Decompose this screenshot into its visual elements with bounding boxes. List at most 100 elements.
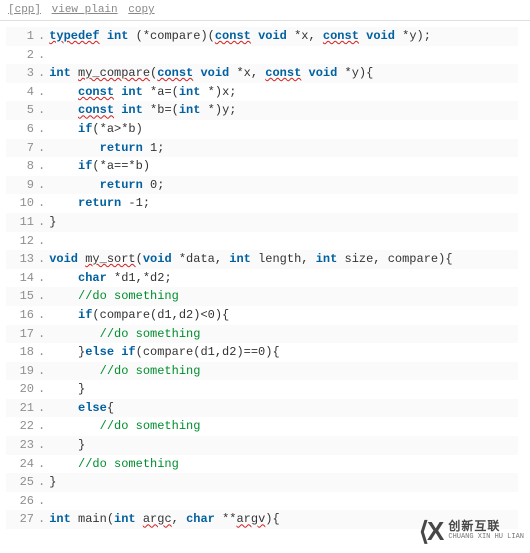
code-token: char bbox=[186, 512, 215, 526]
line-number: 22 bbox=[6, 417, 38, 436]
line-content: typedef int (*compare)(const void *x, co… bbox=[49, 27, 431, 46]
code-token bbox=[49, 419, 99, 433]
code-token: my_sort bbox=[85, 252, 135, 266]
code-token: int bbox=[107, 29, 129, 43]
line-number: 13 bbox=[6, 250, 38, 269]
code-token: else bbox=[85, 345, 114, 359]
code-token: *a=( bbox=[143, 85, 179, 99]
code-token bbox=[49, 401, 78, 415]
code-token: const bbox=[78, 103, 114, 117]
code-token: void bbox=[366, 29, 395, 43]
code-token bbox=[49, 196, 78, 210]
line-number: 21 bbox=[6, 399, 38, 418]
code-token: const bbox=[265, 66, 301, 80]
code-token: //do something bbox=[100, 419, 201, 433]
code-line: 20. } bbox=[6, 380, 518, 399]
code-token: } bbox=[49, 438, 85, 452]
code-token: *x, bbox=[287, 29, 323, 43]
code-token: int bbox=[179, 103, 201, 117]
line-dot: . bbox=[38, 510, 49, 529]
line-number: 27 bbox=[6, 510, 38, 529]
line-number: 15 bbox=[6, 287, 38, 306]
line-dot: . bbox=[38, 306, 49, 325]
code-token: int bbox=[49, 66, 71, 80]
line-content: if(*a==*b) bbox=[49, 157, 150, 176]
code-token: (*a>*b) bbox=[92, 122, 142, 136]
code-token: void bbox=[258, 29, 287, 43]
code-token: if bbox=[78, 308, 92, 322]
line-dot: . bbox=[38, 194, 49, 213]
copy-link[interactable]: copy bbox=[128, 4, 154, 16]
line-number: 8 bbox=[6, 157, 38, 176]
line-number: 10 bbox=[6, 194, 38, 213]
code-line: 19. //do something bbox=[6, 362, 518, 381]
code-token bbox=[49, 327, 99, 341]
lang-label[interactable]: [cpp] bbox=[8, 4, 41, 16]
line-number: 17 bbox=[6, 325, 38, 344]
code-token: } bbox=[49, 475, 56, 489]
line-number: 12 bbox=[6, 232, 38, 251]
code-token bbox=[71, 66, 78, 80]
line-content: if(*a>*b) bbox=[49, 120, 143, 139]
code-line: 8. if(*a==*b) bbox=[6, 157, 518, 176]
line-number: 25 bbox=[6, 473, 38, 492]
code-token bbox=[49, 103, 78, 117]
line-number: 14 bbox=[6, 269, 38, 288]
code-line: 7. return 1; bbox=[6, 139, 518, 158]
code-line: 2. bbox=[6, 46, 518, 65]
code-line: 6. if(*a>*b) bbox=[6, 120, 518, 139]
code-line: 12. bbox=[6, 232, 518, 251]
code-token bbox=[49, 122, 78, 136]
code-list: 1.typedef int (*compare)(const void *x, … bbox=[6, 27, 518, 529]
code-token: int bbox=[49, 512, 71, 526]
line-content: } bbox=[49, 380, 85, 399]
line-number: 24 bbox=[6, 455, 38, 474]
view-plain-link[interactable]: view plain bbox=[52, 4, 118, 16]
code-token: return bbox=[100, 178, 143, 192]
code-token: void bbox=[49, 252, 78, 266]
code-token: *y){ bbox=[337, 66, 373, 80]
code-line: 15. //do something bbox=[6, 287, 518, 306]
line-content: char *d1,*d2; bbox=[49, 269, 171, 288]
code-token: argc bbox=[143, 512, 172, 526]
code-token: if bbox=[78, 159, 92, 173]
line-number: 20 bbox=[6, 380, 38, 399]
line-dot: . bbox=[38, 64, 49, 83]
line-content: return 1; bbox=[49, 139, 164, 158]
line-content: //do something bbox=[49, 362, 200, 381]
code-line: 5. const int *b=(int *)y; bbox=[6, 101, 518, 120]
line-dot: . bbox=[38, 325, 49, 344]
code-token: void bbox=[143, 252, 172, 266]
code-line: 9. return 0; bbox=[6, 176, 518, 195]
line-content: return 0; bbox=[49, 176, 164, 195]
line-dot: . bbox=[38, 343, 49, 362]
code-token: typedef bbox=[49, 29, 99, 43]
line-dot: . bbox=[38, 362, 49, 381]
line-dot: . bbox=[38, 101, 49, 120]
code-token: int bbox=[121, 85, 143, 99]
code-token: int bbox=[121, 103, 143, 117]
code-token bbox=[49, 271, 78, 285]
code-token: main( bbox=[71, 512, 114, 526]
code-token: //do something bbox=[78, 289, 179, 303]
watermark-subtitle: CHUANG XIN HU LIAN bbox=[448, 534, 524, 542]
line-number: 5 bbox=[6, 101, 38, 120]
line-dot: . bbox=[38, 232, 49, 251]
line-content: //do something bbox=[49, 325, 200, 344]
code-token: *)y; bbox=[200, 103, 236, 117]
line-number: 7 bbox=[6, 139, 38, 158]
code-token: //do something bbox=[78, 457, 179, 471]
code-line: 26. bbox=[6, 492, 518, 511]
code-token: *b=( bbox=[143, 103, 179, 117]
code-token: const bbox=[323, 29, 359, 43]
line-dot: . bbox=[38, 46, 49, 65]
code-token: int bbox=[316, 252, 338, 266]
code-token: int bbox=[114, 512, 136, 526]
code-token: void bbox=[200, 66, 229, 80]
code-line: 23. } bbox=[6, 436, 518, 455]
code-token: length, bbox=[251, 252, 316, 266]
code-token: } bbox=[49, 345, 85, 359]
line-number: 26 bbox=[6, 492, 38, 511]
code-token: my_compare bbox=[78, 66, 150, 80]
line-number: 3 bbox=[6, 64, 38, 83]
